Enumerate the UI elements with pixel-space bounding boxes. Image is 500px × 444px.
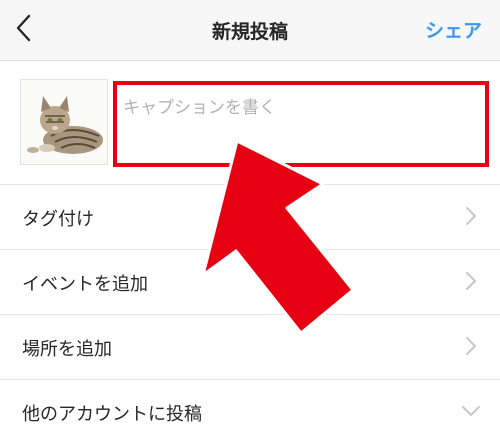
option-label: 他のアカウントに投稿 [22, 404, 202, 425]
header-bar: 新規投稿 シェア [0, 0, 500, 61]
share-button[interactable]: シェア [425, 16, 482, 43]
post-composer [0, 61, 500, 184]
option-label: 場所を追加 [22, 339, 112, 360]
post-thumbnail[interactable] [20, 79, 108, 165]
chevron-right-icon [466, 207, 476, 225]
post-options-list: タグ付け イベントを追加 場所を追加 他のアカウントに投稿 [0, 184, 500, 444]
option-add-location[interactable]: 場所を追加 [0, 314, 500, 379]
option-tag-people[interactable]: タグ付け [0, 184, 500, 249]
caption-highlight-box [113, 81, 489, 167]
cat-photo-image [21, 80, 107, 164]
chevron-right-icon [466, 272, 476, 290]
option-post-to-other-accounts[interactable]: 他のアカウントに投稿 [0, 379, 500, 444]
chevron-down-icon [462, 406, 480, 416]
chevron-right-icon [466, 337, 476, 355]
option-add-event[interactable]: イベントを追加 [0, 249, 500, 314]
option-label: イベントを追加 [22, 274, 148, 295]
option-label: タグ付け [22, 209, 94, 230]
caption-input[interactable] [117, 85, 485, 163]
